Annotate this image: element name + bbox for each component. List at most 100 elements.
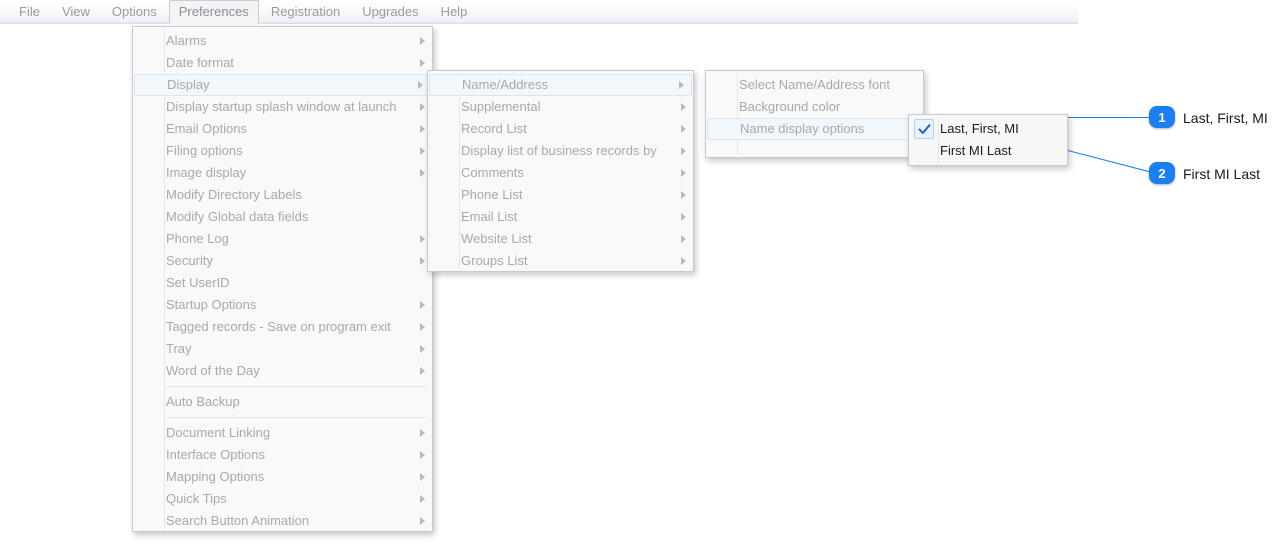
chevron-right-icon — [420, 147, 425, 155]
menu-item-startup-options[interactable]: Startup Options — [133, 294, 432, 316]
menu-item-label: Email Options — [166, 121, 247, 136]
menu-item-modify-directory-labels[interactable]: Modify Directory Labels — [133, 184, 432, 206]
chevron-right-icon — [418, 81, 423, 89]
menu-item-label: Display list of business records by — [461, 143, 657, 158]
menu-separator — [166, 417, 426, 418]
menu-item-quick-tips[interactable]: Quick Tips — [133, 488, 432, 510]
chevron-right-icon — [420, 473, 425, 481]
menu-item-mapping-options[interactable]: Mapping Options — [133, 466, 432, 488]
menu-item-word-of-the-day[interactable]: Word of the Day — [133, 360, 432, 382]
menu-item-label: Comments — [461, 165, 524, 180]
preferences-menu: Alarms Date format Display Display startup … — [132, 26, 433, 532]
callout-line-1 — [1068, 117, 1153, 118]
chevron-right-icon — [681, 235, 686, 243]
chevron-right-icon — [420, 345, 425, 353]
menu-item-phone-log[interactable]: Phone Log — [133, 228, 432, 250]
menu-item-image-display[interactable]: Image display — [133, 162, 432, 184]
menu-item-label: Security — [166, 253, 213, 268]
menu-item-label: Set UserID — [166, 275, 230, 290]
chevron-right-icon — [420, 367, 425, 375]
menu-item-website-list[interactable]: Website List — [428, 228, 693, 250]
menu-item-email-list[interactable]: Email List — [428, 206, 693, 228]
menu-bar: File View Options Preferences Registrati… — [0, 0, 1078, 24]
menu-item-label: Date format — [166, 55, 234, 70]
menu-item-set-userid[interactable]: Set UserID — [133, 272, 432, 294]
menu-item-label: Name display options — [740, 121, 865, 136]
menu-item-label: Quick Tips — [166, 491, 227, 506]
callout-label-2: First MI Last — [1183, 166, 1261, 182]
menu-item-label: Word of the Day — [166, 363, 260, 378]
menu-item-label: Record List — [461, 121, 527, 136]
menu-item-label: Name/Address — [462, 77, 548, 92]
menu-item-label: Interface Options — [166, 447, 265, 462]
menu-item-label: Filing options — [166, 143, 243, 158]
menu-item-auto-backup[interactable]: Auto Backup — [133, 391, 432, 413]
menu-item-supplemental[interactable]: Supplemental — [428, 96, 693, 118]
menu-item-filing-options[interactable]: Filing options — [133, 140, 432, 162]
callout-badge-1: 1 — [1149, 106, 1175, 128]
menu-item-comments[interactable]: Comments — [428, 162, 693, 184]
menu-item-label: Document Linking — [166, 425, 271, 440]
menu-item-label: Select Name/Address font — [739, 77, 891, 92]
menu-item-modify-global-data-fields[interactable]: Modify Global data fields — [133, 206, 432, 228]
menu-item-label: Website List — [461, 231, 532, 246]
menu-item-label: Supplemental — [461, 99, 541, 114]
menu-item-tagged-records-save-on-program-exit[interactable]: Tagged records - Save on program exit — [133, 316, 432, 338]
menubar-item-help[interactable]: Help — [431, 0, 478, 24]
chevron-right-icon — [420, 59, 425, 67]
menu-item-label: Modify Global data fields — [166, 209, 309, 224]
chevron-right-icon — [420, 451, 425, 459]
menu-item-label: Display startup splash window at launch — [166, 99, 397, 114]
menu-item-label: Image display — [166, 165, 247, 180]
menu-item-groups-list[interactable]: Groups List — [428, 250, 693, 272]
chevron-right-icon — [681, 125, 686, 133]
chevron-right-icon — [420, 495, 425, 503]
menu-item-security[interactable]: Security — [133, 250, 432, 272]
menu-item-select-name-address-font[interactable]: Select Name/Address font — [706, 74, 923, 96]
menu-item-name-display-options[interactable]: Name display options — [707, 118, 922, 140]
menu-item-label: Modify Directory Labels — [166, 187, 302, 202]
menu-item-label: Background color — [739, 99, 841, 114]
menu-item-label: Search Button Animation — [166, 513, 310, 528]
menubar-item-preferences[interactable]: Preferences — [168, 0, 259, 24]
menubar-item-file[interactable]: File — [9, 0, 50, 24]
menu-item-label: Phone Log — [166, 231, 229, 246]
chevron-right-icon — [420, 125, 425, 133]
menu-item-phone-list[interactable]: Phone List — [428, 184, 693, 206]
menu-item-display-startup-splash-window-at-launch[interactable]: Display startup splash window at launch — [133, 96, 432, 118]
menubar-item-options[interactable]: Options — [102, 0, 167, 24]
menu-item-document-linking[interactable]: Document Linking — [133, 422, 432, 444]
menu-item-record-list[interactable]: Record List — [428, 118, 693, 140]
menu-item-display[interactable]: Display — [134, 74, 431, 96]
menu-item-interface-options[interactable]: Interface Options — [133, 444, 432, 466]
menubar-item-registration[interactable]: Registration — [261, 0, 350, 24]
chevron-right-icon — [681, 103, 686, 111]
menu-item-display-list-of-business-records-by[interactable]: Display list of business records by — [428, 140, 693, 162]
menu-item-label: Startup Options — [166, 297, 257, 312]
name-address-submenu: Select Name/Address font Background color… — [705, 70, 924, 158]
chevron-right-icon — [420, 235, 425, 243]
menu-item-name-address[interactable]: Name/Address — [429, 74, 692, 96]
menu-item-last-first-mi[interactable]: Last, First, MI — [909, 118, 1067, 140]
menu-item-first-mi-last[interactable]: First MI Last — [909, 140, 1067, 162]
chevron-right-icon — [681, 147, 686, 155]
menu-item-search-button-animation[interactable]: Search Button Animation — [133, 510, 432, 532]
chevron-right-icon — [681, 169, 686, 177]
chevron-right-icon — [420, 301, 425, 309]
chevron-right-icon — [420, 429, 425, 437]
menu-item-tray[interactable]: Tray — [133, 338, 432, 360]
menu-item-label: First MI Last — [940, 143, 1012, 158]
menubar-item-upgrades[interactable]: Upgrades — [352, 0, 428, 24]
chevron-right-icon — [681, 257, 686, 265]
menu-item-email-options[interactable]: Email Options — [133, 118, 432, 140]
menubar-item-view[interactable]: View — [52, 0, 100, 24]
menu-item-label: Alarms — [166, 33, 207, 48]
menu-item-alarms[interactable]: Alarms — [133, 30, 432, 52]
menu-item-label: Tagged records - Save on program exit — [166, 319, 391, 334]
chevron-right-icon — [420, 517, 425, 525]
menu-item-label: Last, First, MI — [940, 121, 1019, 136]
menu-item-date-format[interactable]: Date format — [133, 52, 432, 74]
chevron-right-icon — [420, 103, 425, 111]
menu-separator — [166, 386, 426, 387]
menu-item-background-color[interactable]: Background color — [706, 96, 923, 118]
